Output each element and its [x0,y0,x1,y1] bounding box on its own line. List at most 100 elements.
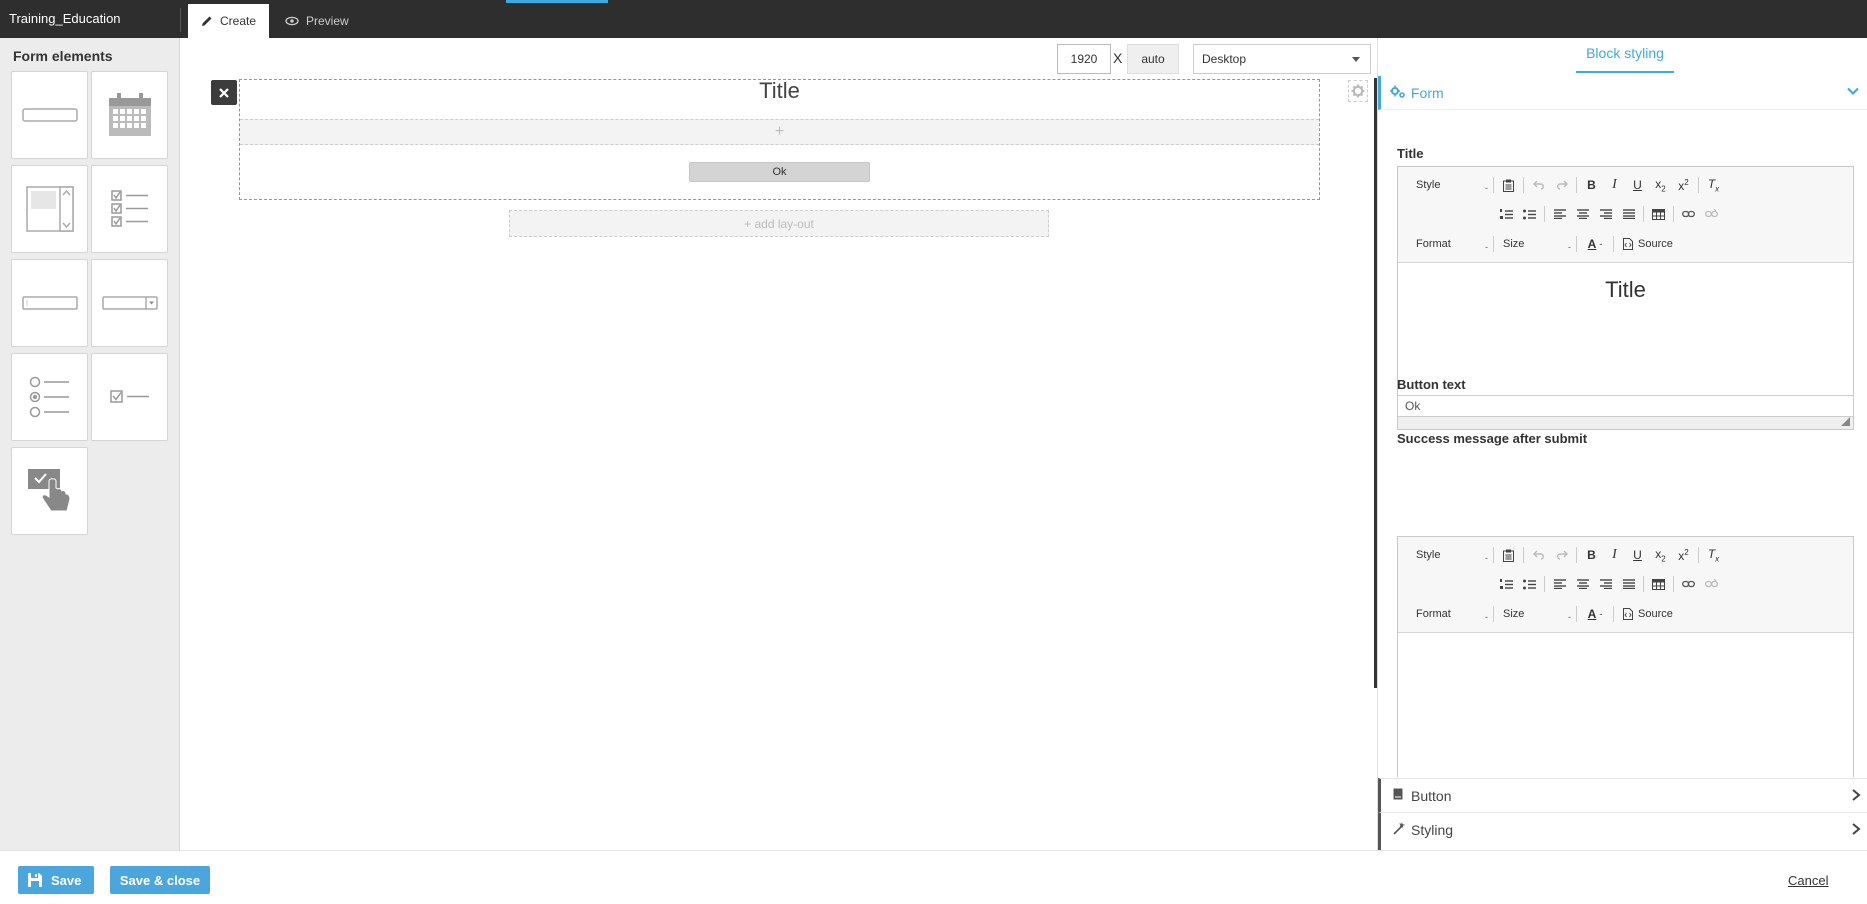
loading-indicator [506,0,608,3]
close-icon [219,87,229,98]
tab-create-label: Create [220,14,257,28]
link-button[interactable] [1677,573,1700,595]
tab-preview[interactable]: Preview [272,4,362,38]
unlink-button[interactable] [1700,573,1723,595]
align-justify-button[interactable] [1617,203,1640,225]
block-settings-button[interactable] [1348,80,1368,102]
remove-format-button[interactable]: Tx [1702,544,1725,566]
toolbar-row-3: Format - Size - A- Source [1398,231,1853,257]
italic-button[interactable]: I [1603,174,1626,196]
subscript-button[interactable]: x2 [1649,174,1672,196]
source-button[interactable]: Source [1617,234,1679,254]
cancel-link[interactable]: Cancel [1788,873,1828,888]
form-elements-sidebar: Form elements [0,38,180,850]
align-justify-button[interactable] [1617,573,1640,595]
align-right-button[interactable] [1594,573,1617,595]
save-close-button[interactable]: Save & close [110,866,210,894]
single-checkbox-icon [109,390,149,403]
element-single-checkbox[interactable] [91,353,168,441]
style-combo[interactable]: Style - [1410,175,1490,195]
bold-icon: B [1587,548,1596,562]
section-form-label: Form [1411,85,1444,101]
italic-button[interactable]: I [1603,544,1626,566]
element-listbox[interactable] [11,165,88,253]
align-left-button[interactable] [1548,573,1571,595]
element-checkbox-list[interactable] [91,165,168,253]
undo-button[interactable] [1527,544,1550,566]
link-button[interactable] [1677,203,1700,225]
height-input[interactable]: auto [1127,44,1179,74]
button-text-input[interactable]: Ok [1397,395,1854,417]
bulleted-list-button[interactable] [1518,573,1541,595]
width-input[interactable]: 1920 [1057,44,1111,74]
unlink-button[interactable] [1700,203,1723,225]
element-radio-list[interactable] [11,353,88,441]
format-combo[interactable]: Format - [1410,234,1490,254]
align-right-icon [1599,579,1612,589]
bold-button[interactable]: B [1580,544,1603,566]
element-text-input[interactable] [11,71,88,159]
underline-button[interactable]: U [1626,544,1649,566]
section-styling-header[interactable]: Styling [1378,812,1867,850]
tab-block-styling[interactable]: Block styling [1576,38,1674,73]
numbered-list-button[interactable] [1495,203,1518,225]
table-icon [1652,578,1665,590]
form-block[interactable]: Title + Ok [239,79,1320,200]
size-combo-label: Size [1503,608,1525,620]
numbered-list-button[interactable] [1495,573,1518,595]
redo-button[interactable] [1550,544,1573,566]
topbar-divider [180,8,181,32]
italic-icon: I [1612,547,1617,562]
size-combo[interactable]: Size - [1497,604,1573,624]
title-editor-content[interactable]: Title [1398,277,1853,303]
table-icon [1652,208,1665,220]
toolbar-separator [1673,206,1674,222]
floppy-disk-icon [28,873,42,887]
remove-block-button[interactable] [211,80,237,105]
tab-create[interactable]: Create [188,4,270,38]
redo-button[interactable] [1550,174,1573,196]
table-button[interactable] [1647,573,1670,595]
superscript-button[interactable]: x2 [1672,544,1695,566]
caret-down-icon [1352,57,1360,62]
bulleted-list-button[interactable] [1518,203,1541,225]
size-combo[interactable]: Size - [1497,234,1573,254]
footer-bar: Save Save & close Cancel [0,850,1867,904]
paste-button[interactable] [1497,174,1520,196]
element-dropdown[interactable] [91,259,168,347]
italic-icon: I [1612,177,1617,192]
undo-button[interactable] [1527,174,1550,196]
magic-wand-icon [1393,822,1405,835]
superscript-button[interactable]: x2 [1672,174,1695,196]
toolbar-row-2 [1398,201,1853,227]
format-combo[interactable]: Format - [1410,604,1490,624]
table-button[interactable] [1647,203,1670,225]
element-button[interactable] [11,447,88,535]
align-right-button[interactable] [1594,203,1617,225]
text-color-button[interactable]: A- [1580,603,1610,625]
resize-handle-icon[interactable] [1841,417,1850,426]
style-combo[interactable]: Style - [1410,545,1490,565]
text-color-button[interactable]: A- [1580,233,1610,255]
align-center-button[interactable] [1571,573,1594,595]
save-button[interactable]: Save [18,866,94,894]
success-editor-content[interactable] [1398,633,1853,773]
bold-button[interactable]: B [1580,174,1603,196]
add-layout-button[interactable]: + add lay-out [509,210,1049,237]
subscript-button[interactable]: x2 [1649,544,1672,566]
device-select[interactable]: Desktop [1193,44,1371,74]
element-date[interactable] [91,71,168,159]
form-submit-button[interactable]: Ok [689,162,870,182]
align-center-button[interactable] [1571,203,1594,225]
source-button[interactable]: Source [1617,604,1679,624]
success-message-editor[interactable]: Style - B I U x2 x2 Tx Format - Size - A… [1397,536,1854,777]
align-left-button[interactable] [1548,203,1571,225]
remove-format-button[interactable]: Tx [1702,174,1725,196]
add-row-button[interactable]: + [240,119,1319,145]
section-button-header[interactable]: Button [1378,778,1867,812]
underline-button[interactable]: U [1626,174,1649,196]
section-form-header[interactable]: Form [1378,76,1867,110]
dropdown-icon [101,296,158,310]
paste-button[interactable] [1497,544,1520,566]
element-input-field[interactable] [11,259,88,347]
